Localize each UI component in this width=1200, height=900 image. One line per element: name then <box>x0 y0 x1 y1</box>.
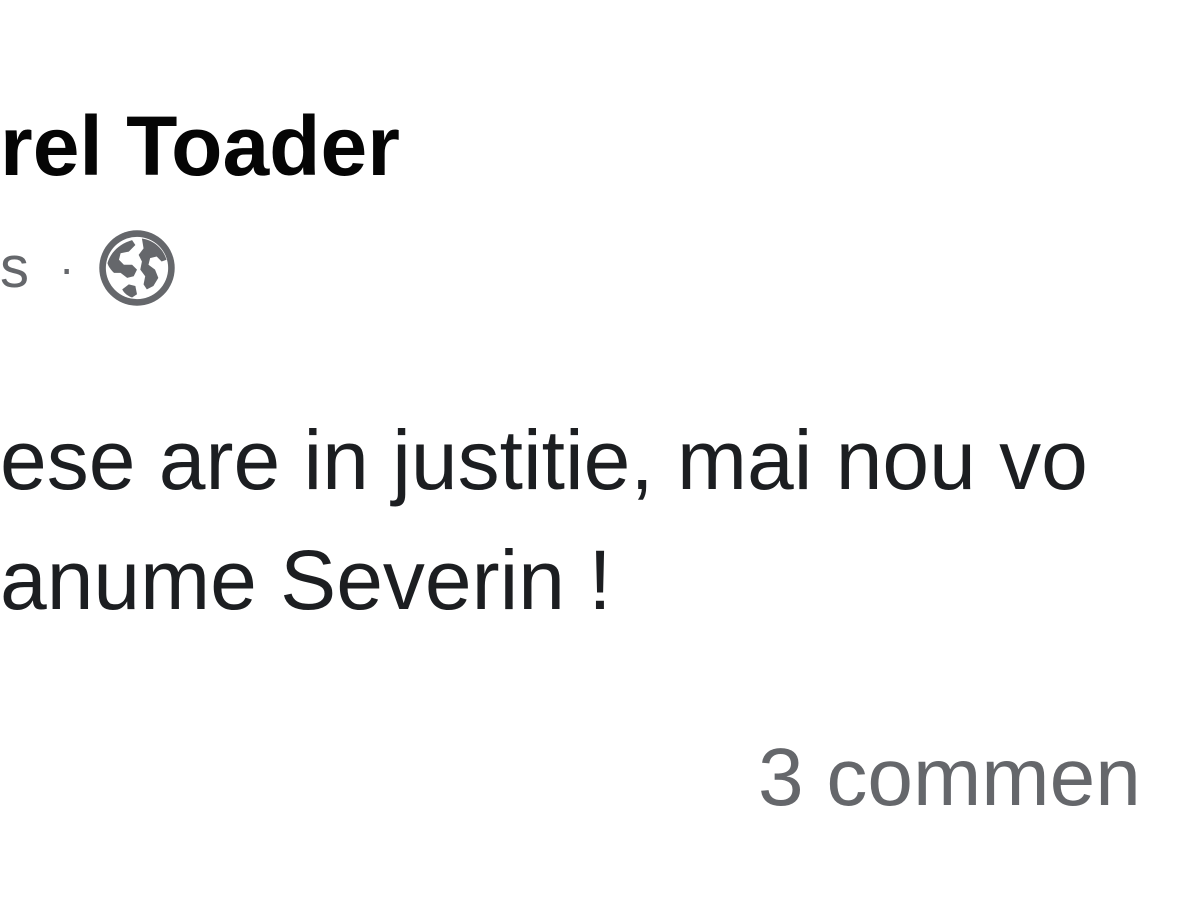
post-author-name[interactable]: rel Toader <box>0 96 400 196</box>
meta-separator: · <box>59 242 75 294</box>
post-text-line: ese are in justitie, mai nou vo <box>0 413 1088 507</box>
globe-icon <box>99 230 176 306</box>
facebook-post: rel Toader s · ese are in justitie, mai … <box>0 0 1200 900</box>
comments-count-link[interactable]: 3 commen <box>758 728 1141 828</box>
post-body: ese are in justitie, mai nou vo anume Se… <box>0 400 1088 640</box>
privacy-globe-icon[interactable] <box>96 227 178 309</box>
post-timestamp[interactable]: s <box>0 228 29 308</box>
post-text-line: anume Severin ! <box>0 533 612 627</box>
post-meta: s · <box>0 228 178 308</box>
